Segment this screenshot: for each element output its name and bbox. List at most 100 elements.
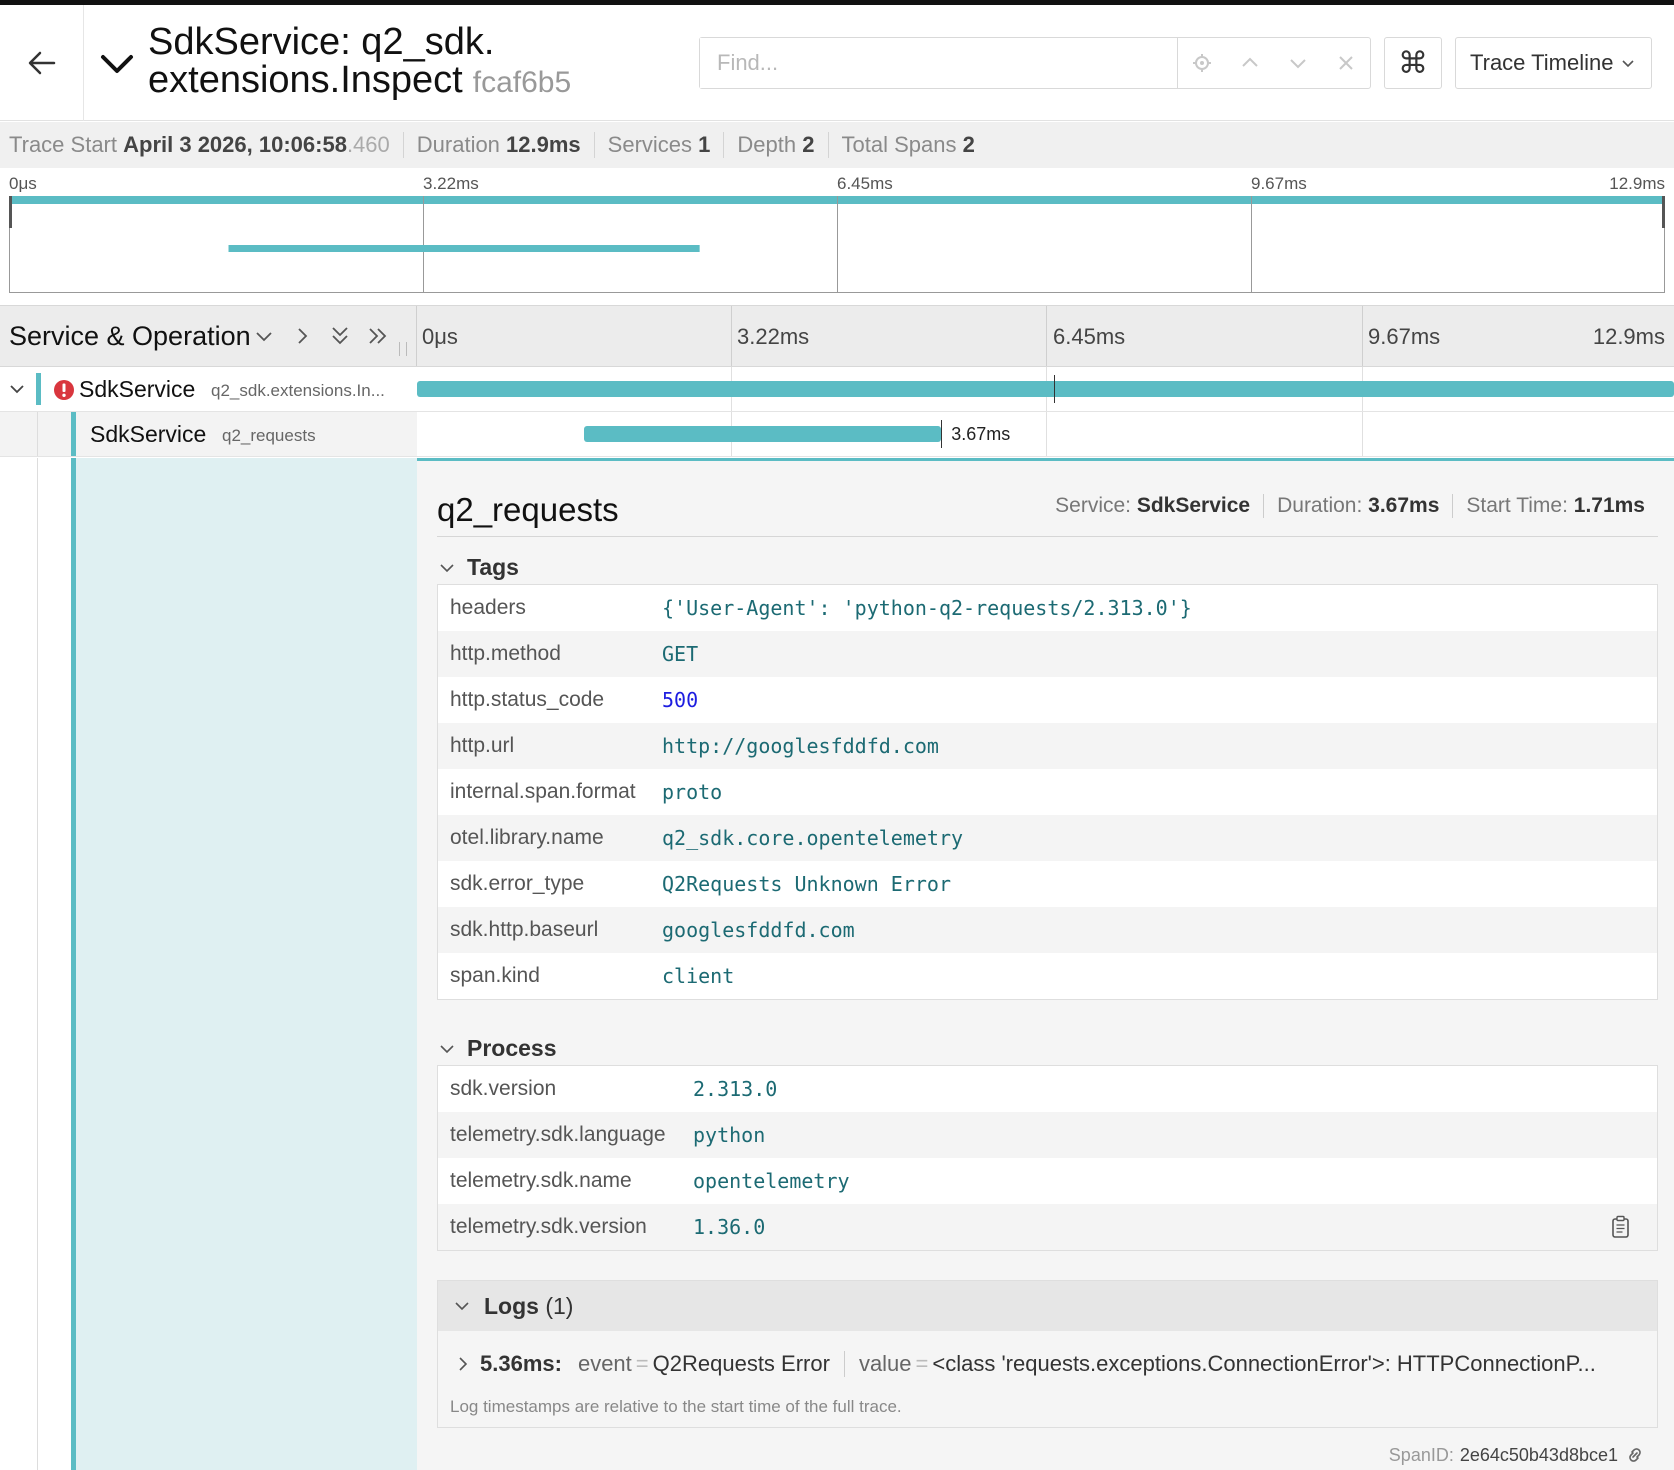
log-entry[interactable]: 5.36ms: event = Q2Requests Error value = <cl… [456, 1351, 1651, 1377]
column-divider [416, 306, 417, 366]
tag-row[interactable]: span.kind client [438, 953, 1657, 999]
collapse-all-button[interactable] [328, 322, 352, 350]
gridline [1046, 412, 1047, 456]
detail-start-time: Start Time: 1.71ms [1452, 494, 1658, 518]
logs-note: Log timestamps are relative to the start… [450, 1397, 902, 1416]
tag-row[interactable]: sdk.http.baseurl googlesfddfd.com [438, 907, 1657, 953]
trace-minimap[interactable]: 0μs 3.22ms 6.45ms 9.67ms 12.9ms [0, 168, 1674, 298]
timeline-gridline [1046, 306, 1047, 366]
span-timeline-cell[interactable]: 3.67ms [417, 412, 1674, 456]
clear-find-button[interactable] [1322, 38, 1370, 88]
locate-button[interactable] [1178, 38, 1226, 88]
summary-depth: Depth 2 [737, 132, 829, 158]
trace-start-value: April 3 2026, 10:06:58 [123, 132, 347, 157]
tree-guide [37, 458, 38, 1470]
copy-icon[interactable] [1611, 1215, 1631, 1239]
tags-section-toggle[interactable]: Tags [439, 554, 519, 581]
detail-tree-gutter [0, 458, 417, 1470]
span-row-selected[interactable]: SdkService q2_requests 3.67ms [0, 412, 1674, 457]
span-bar[interactable] [583, 426, 942, 442]
prev-match-button[interactable] [1226, 38, 1274, 88]
span-service-name: SdkService [90, 421, 207, 447]
minimap-right-handle [1662, 196, 1665, 228]
tag-row[interactable]: http.status_code 500 [438, 677, 1657, 723]
process-row[interactable]: telemetry.sdk.version 1.36.0 [438, 1204, 1657, 1250]
minimap-left-handle [9, 196, 12, 228]
trace-summary: Trace Start April 3 2026, 10:06:58.460 D… [0, 122, 1674, 168]
detail-service: Service: SdkService [1055, 494, 1251, 517]
timeline-tick: 12.9ms [1592, 324, 1665, 349]
process-row[interactable]: telemetry.sdk.name opentelemetry [438, 1158, 1657, 1204]
process-row[interactable]: telemetry.sdk.language python [438, 1112, 1657, 1158]
tags-title: Tags [467, 554, 519, 580]
process-row[interactable]: sdk.version 2.313.0 [438, 1066, 1657, 1112]
find-bar [699, 37, 1371, 89]
minimap-span [228, 245, 700, 252]
span-bar[interactable] [417, 381, 1674, 397]
trace-title-text: SdkService: q2_sdk. extensions.Inspect [148, 21, 495, 101]
gridline [1362, 412, 1363, 456]
chevron-down-icon [101, 55, 133, 73]
tag-row[interactable]: otel.library.name q2_sdk.core.opentelemet… [438, 815, 1657, 861]
timeline-tick: 9.67ms [1368, 324, 1441, 349]
log-key: event [577, 1351, 632, 1376]
summary-trace-start: Trace Start April 3 2026, 10:06:58.460 [9, 132, 404, 158]
divider [843, 1351, 845, 1377]
span-log-marker [1054, 375, 1055, 403]
back-button[interactable] [0, 5, 84, 121]
keyboard-shortcuts-button[interactable]: ⌘ [1384, 37, 1442, 89]
process-title: Process [467, 1035, 557, 1061]
collapse-header-toggle[interactable] [100, 47, 134, 81]
trace-id: fcaf6b5 [472, 66, 572, 99]
span-id: SpanID: 2e64c50b43d8bce1 [1389, 1444, 1646, 1466]
tag-row[interactable]: http.method GET [438, 631, 1657, 677]
timeline-gridline [731, 306, 732, 366]
span-operation-name: q2_sdk.extensions.In... [211, 381, 385, 400]
collapse-one-button[interactable] [252, 322, 276, 350]
trace-start-ms: .460 [346, 132, 390, 157]
tag-row[interactable]: headers {'User-Agent': 'python-q2-request… [438, 585, 1657, 631]
next-match-button[interactable] [1274, 38, 1322, 88]
view-select[interactable]: Trace Timeline [1455, 37, 1652, 89]
log-value: <class 'requests.exceptions.ConnectionEr… [932, 1351, 1596, 1376]
depth-value: 2 [802, 132, 815, 157]
chevron-down-icon[interactable] [8, 380, 26, 398]
command-icon: ⌘ [1398, 46, 1428, 80]
detail-meta: Service: SdkService Duration: 3.67ms Sta… [1042, 494, 1658, 518]
close-icon [1339, 56, 1353, 70]
detail-indent-fill [76, 458, 417, 1470]
arrow-left-icon [28, 51, 55, 75]
chevron-down-icon [1290, 59, 1306, 69]
tag-row[interactable]: http.url http://googlesfddfd.com [438, 723, 1657, 769]
expand-all-button[interactable] [366, 322, 390, 350]
span-rows: SdkService q2_sdk.extensions.In... SdkSe… [0, 367, 1674, 1470]
divider [437, 536, 1658, 537]
span-color-bar [71, 412, 76, 456]
logs-section-toggle[interactable]: Logs (1) [438, 1281, 1657, 1331]
process-section-toggle[interactable]: Process [439, 1035, 557, 1062]
chevron-down-icon [440, 1044, 454, 1053]
span-timeline-cell[interactable] [417, 367, 1674, 411]
tags-table: headers {'User-Agent': 'python-q2-request… [437, 584, 1658, 1000]
minimap-spans [228, 245, 700, 252]
span-name-cell[interactable]: SdkService q2_requests [0, 412, 417, 456]
column-resizer[interactable] [399, 342, 407, 356]
link-icon[interactable] [1624, 1444, 1646, 1466]
span-operation-name: q2_requests [222, 426, 316, 445]
span-name-cell[interactable]: SdkService q2_sdk.extensions.In... [0, 367, 417, 411]
expand-one-button[interactable] [290, 322, 314, 350]
summary-total-spans: Total Spans 2 [841, 132, 975, 157]
chevron-up-icon [1242, 57, 1258, 67]
tag-row[interactable]: sdk.error_type Q2Requests Unknown Error [438, 861, 1657, 907]
log-timestamp: 5.36ms: [480, 1351, 562, 1376]
trace-title: SdkService: q2_sdk. extensions.Inspect fc… [148, 23, 668, 102]
service-operation-title: Service & Operation [9, 321, 251, 351]
chevron-down-icon [256, 332, 272, 342]
find-input[interactable] [700, 38, 1179, 88]
tag-row[interactable]: internal.span.format proto [438, 769, 1657, 815]
view-select-label: Trace Timeline [1470, 50, 1614, 75]
span-duration-label: 3.67ms [951, 424, 1011, 444]
span-row[interactable]: SdkService q2_sdk.extensions.In... [0, 367, 1674, 412]
span-color-bar [36, 373, 41, 405]
log-equals: = [635, 1351, 649, 1376]
